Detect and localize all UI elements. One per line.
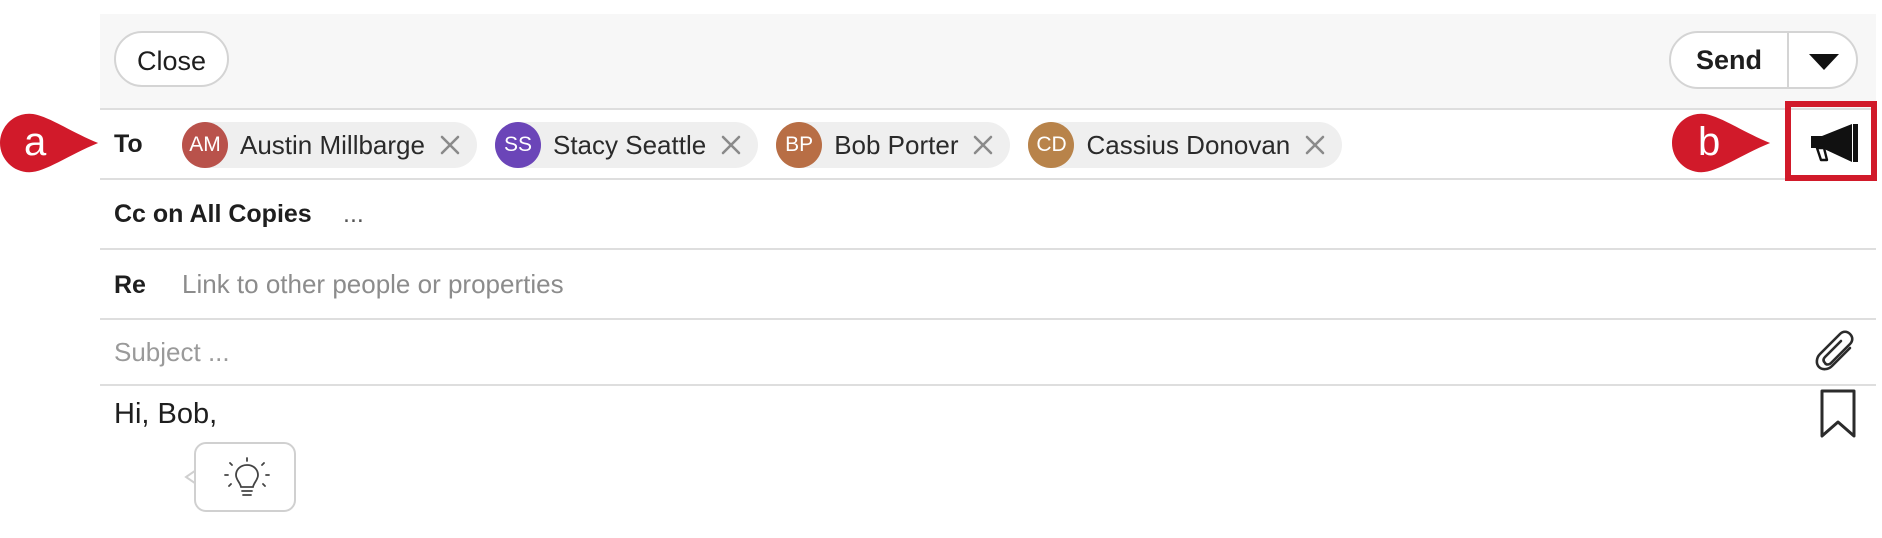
remove-recipient-icon[interactable] (1304, 134, 1326, 156)
cc-value[interactable]: ... (343, 200, 364, 229)
recipient-chips: AM Austin Millbarge SS Stacy Seattle BP … (182, 122, 1360, 168)
re-row: Re (100, 250, 1876, 320)
avatar: CD (1028, 122, 1075, 168)
message-body[interactable]: Hi, Bob, (114, 398, 217, 431)
to-label: To (114, 130, 143, 158)
re-label: Re (114, 271, 146, 299)
megaphone-icon[interactable] (1808, 122, 1860, 166)
remove-recipient-icon[interactable] (439, 134, 461, 156)
send-button[interactable]: Send (1671, 33, 1787, 87)
recipient-name: Bob Porter (834, 129, 959, 160)
recipient-chip[interactable]: CD Cassius Donovan (1028, 122, 1343, 168)
avatar: AM (182, 122, 228, 168)
cc-row[interactable]: Cc on All Copies ... (100, 180, 1876, 250)
remove-recipient-icon[interactable] (972, 134, 994, 156)
composer-toolbar: Close Send (100, 14, 1876, 110)
close-button[interactable]: Close (114, 31, 230, 87)
bookmark-icon[interactable] (1818, 388, 1858, 440)
recipient-chip[interactable]: AM Austin Millbarge (182, 122, 477, 168)
recipient-name: Cassius Donovan (1086, 129, 1291, 160)
subject-input[interactable] (114, 332, 1114, 372)
remove-recipient-icon[interactable] (720, 134, 742, 156)
recipient-name: Austin Millbarge (240, 129, 425, 160)
lightbulb-icon (224, 457, 270, 496)
paperclip-icon[interactable] (1812, 330, 1860, 378)
send-options-button[interactable] (1789, 33, 1858, 87)
re-link-input[interactable] (182, 264, 982, 304)
to-row: To AM Austin Millbarge SS Stacy Seattle … (100, 110, 1876, 180)
callout-a (0, 113, 99, 173)
avatar: SS (494, 122, 541, 168)
callout-a-label: a (24, 120, 47, 164)
callout-b-label: b (1698, 120, 1721, 164)
avatar: BP (776, 122, 823, 168)
recipient-chip[interactable]: SS Stacy Seattle (494, 122, 759, 168)
chevron-down-icon (1809, 54, 1839, 70)
send-button-group: Send (1669, 31, 1858, 89)
callout-b (1672, 113, 1771, 173)
subject-row (100, 320, 1876, 386)
cc-label: Cc on All Copies (114, 200, 312, 228)
recipient-name: Stacy Seattle (552, 129, 707, 160)
email-composer: Close Send To AM Austin Millbarge SS Sta… (100, 14, 1876, 538)
recipient-chip[interactable]: BP Bob Porter (776, 122, 1011, 168)
suggestion-button[interactable] (194, 442, 296, 512)
